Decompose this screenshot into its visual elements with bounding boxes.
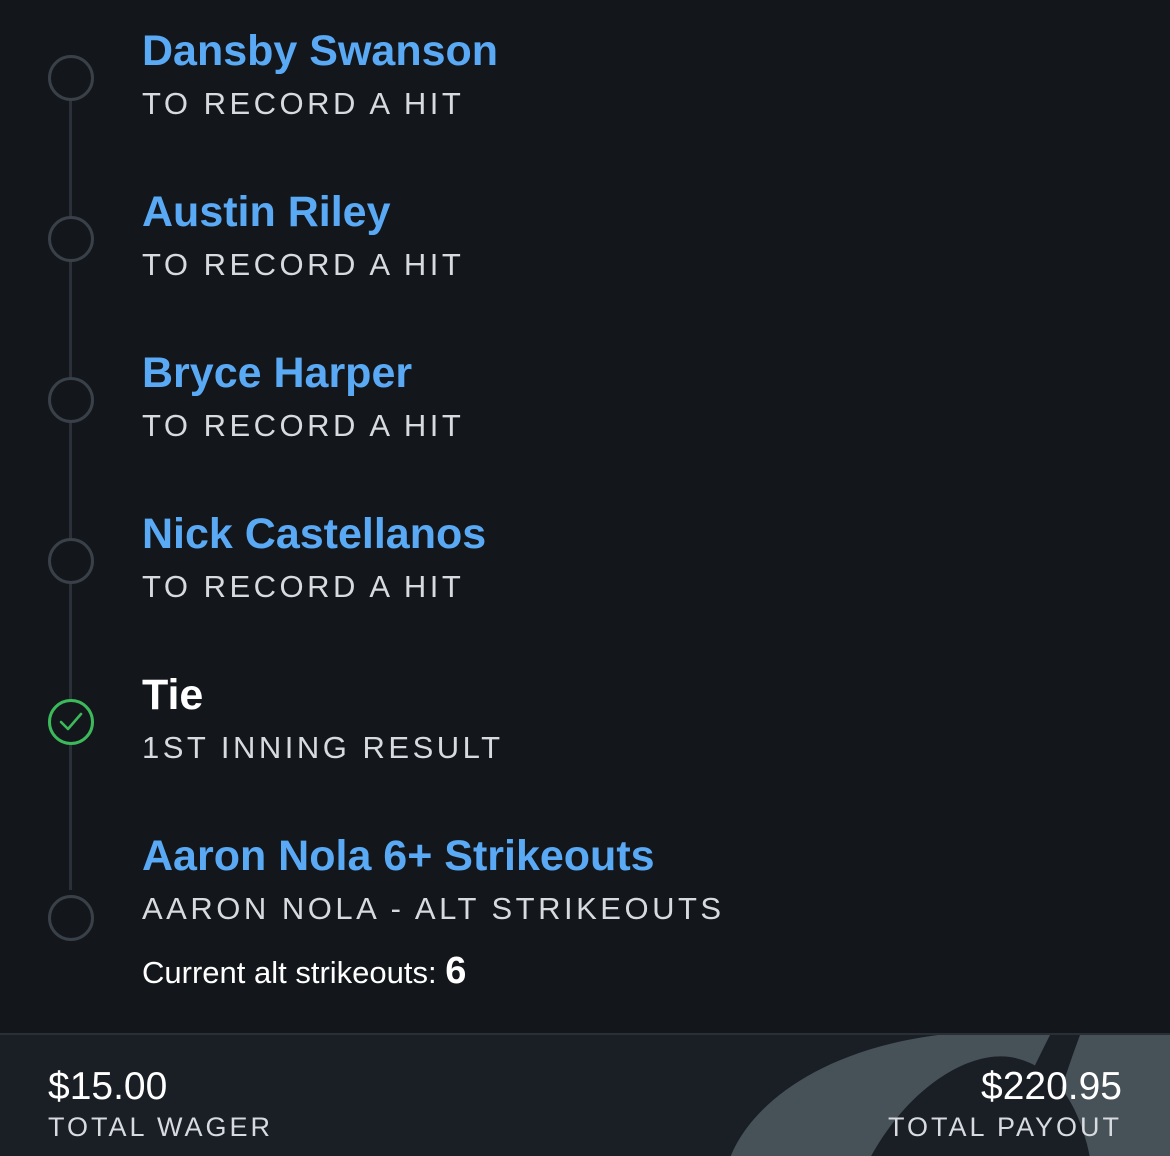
empty-circle-icon — [48, 895, 94, 941]
empty-circle-icon — [48, 538, 94, 584]
total-wager-label: TOTAL WAGER — [48, 1112, 274, 1142]
leg-market: TO RECORD A HIT — [142, 569, 465, 604]
leg-market: AARON NOLA - ALT STRIKEOUTS — [142, 891, 725, 926]
total-payout-amount: $220.95 — [981, 1065, 1122, 1108]
leg-market: TO RECORD A HIT — [142, 86, 465, 121]
leg-title[interactable]: Bryce Harper — [142, 348, 412, 398]
progress-label: Current alt strikeouts: — [142, 955, 446, 990]
bet-summary-footer: $15.00 TOTAL WAGER $220.95 TOTAL PAYOUT — [0, 1033, 1170, 1156]
check-circle-icon — [48, 699, 94, 745]
leg-title[interactable]: Tie — [142, 670, 203, 720]
empty-circle-icon — [48, 216, 94, 262]
leg-title[interactable]: Nick Castellanos — [142, 509, 486, 559]
progress-value: 6 — [445, 950, 467, 992]
leg-title[interactable]: Dansby Swanson — [142, 26, 498, 76]
empty-circle-icon — [48, 55, 94, 101]
total-wager-amount: $15.00 — [48, 1065, 168, 1108]
bet-slip: Dansby Swanson TO RECORD A HIT Austin Ri… — [0, 0, 1170, 1156]
total-payout-label: TOTAL PAYOUT — [887, 1112, 1122, 1142]
leg-title[interactable]: Austin Riley — [142, 187, 391, 237]
empty-circle-icon — [48, 377, 94, 423]
leg-title[interactable]: Aaron Nola 6+ Strikeouts — [142, 831, 655, 881]
leg-market: TO RECORD A HIT — [142, 408, 465, 443]
leg-market: TO RECORD A HIT — [142, 247, 465, 282]
leg-market: 1ST INNING RESULT — [142, 730, 504, 765]
leg-progress: Current alt strikeouts: 6 — [142, 951, 466, 993]
